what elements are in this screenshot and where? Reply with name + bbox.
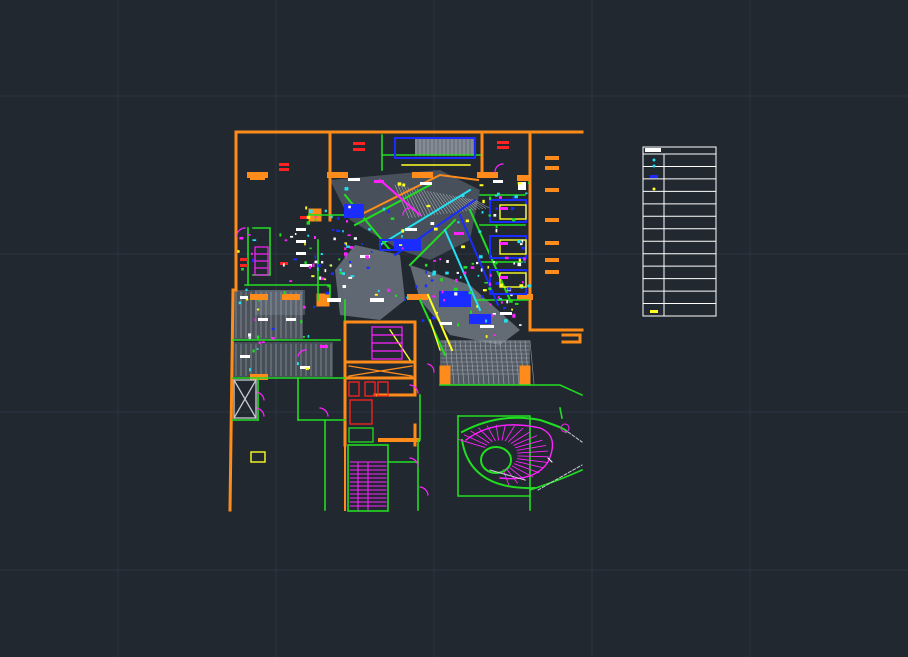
cad-model-viewport[interactable] [0,0,908,657]
stair-treads [349,461,387,511]
drawing-canvas[interactable] [0,0,908,657]
legend-table[interactable] [642,146,717,317]
spiral-staircase[interactable] [458,416,583,491]
floor-plan-drawing[interactable] [228,130,584,512]
